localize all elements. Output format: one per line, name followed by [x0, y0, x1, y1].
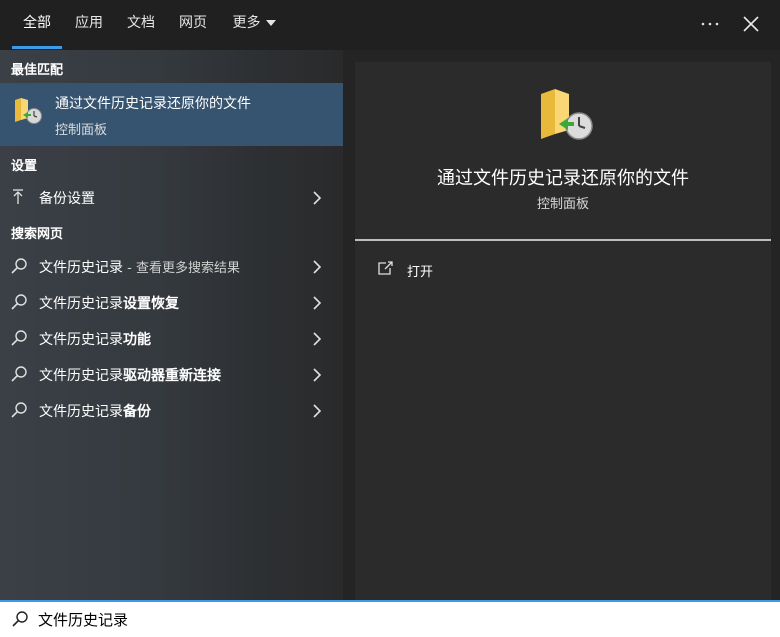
file-history-folder-icon — [12, 94, 44, 130]
preview-top-gap — [355, 50, 771, 62]
web-result-item[interactable]: 文件历史记录 - 查看更多搜索结果 — [0, 249, 343, 283]
best-match-subtitle: 控制面板 — [55, 123, 108, 138]
search-box — [0, 600, 780, 637]
pane-gap — [343, 50, 355, 600]
search-icon — [10, 257, 28, 279]
tab-documents[interactable]: 文档 — [120, 0, 162, 50]
chevron-down-icon — [265, 20, 276, 26]
web-result-item[interactable]: 文件历史记录备份 — [0, 393, 343, 427]
web-result-label: 文件历史记录功能 — [39, 332, 151, 348]
open-external-icon — [377, 260, 395, 280]
chevron-right-icon — [311, 259, 323, 278]
tab-apps[interactable]: 应用 — [68, 0, 110, 50]
chevron-right-icon — [311, 295, 323, 314]
close-icon[interactable] — [738, 12, 764, 38]
upload-arrow-icon — [10, 188, 26, 210]
web-result-label: 文件历史记录备份 — [39, 404, 151, 420]
web-result-item[interactable]: 文件历史记录驱动器重新连接 — [0, 357, 343, 391]
tab-web[interactable]: 网页 — [172, 0, 214, 50]
section-search-web: 搜索网页 — [11, 227, 64, 242]
preview-title: 通过文件历史记录还原你的文件 — [437, 168, 689, 189]
best-match-item[interactable]: 通过文件历史记录还原你的文件 控制面板 — [0, 83, 343, 146]
web-result-item[interactable]: 文件历史记录设置恢复 — [0, 285, 343, 319]
web-result-label: 文件历史记录设置恢复 — [39, 296, 179, 312]
preview-right-gap — [771, 50, 780, 600]
active-tab-indicator — [12, 46, 62, 49]
web-result-label: 文件历史记录驱动器重新连接 — [39, 368, 221, 384]
section-best-match: 最佳匹配 — [11, 63, 64, 78]
section-settings: 设置 — [11, 159, 38, 174]
search-icon — [10, 293, 28, 315]
settings-item-backup[interactable]: 备份设置 — [0, 180, 343, 214]
best-match-title: 通过文件历史记录还原你的文件 — [55, 96, 251, 112]
results-list: 最佳匹配 通过文件历史记录还原你的文件 控制面板 设置 备份设置 搜索网页 文件… — [0, 50, 343, 600]
tab-more-label: 更多 — [232, 15, 261, 31]
open-action[interactable]: 打开 — [355, 252, 771, 286]
web-result-item[interactable]: 文件历史记录功能 — [0, 321, 343, 355]
file-history-folder-icon — [539, 84, 595, 148]
tab-all[interactable]: 全部 — [12, 0, 62, 50]
tab-more[interactable]: 更多 — [226, 0, 282, 50]
search-icon — [10, 365, 28, 387]
chevron-right-icon — [311, 403, 323, 422]
ellipsis-icon[interactable] — [697, 12, 723, 38]
preview-divider — [355, 239, 771, 241]
preview-pane: 通过文件历史记录还原你的文件 控制面板 打开 — [355, 62, 771, 600]
chevron-right-icon — [311, 367, 323, 386]
settings-item-label: 备份设置 — [39, 191, 95, 207]
chevron-right-icon — [311, 190, 323, 209]
search-input[interactable] — [38, 607, 738, 631]
web-result-label: 文件历史记录 - 查看更多搜索结果 — [39, 260, 240, 276]
chevron-right-icon — [311, 331, 323, 350]
preview-subtitle: 控制面板 — [536, 197, 589, 212]
search-icon — [10, 401, 28, 423]
open-action-label: 打开 — [407, 265, 434, 280]
search-icon — [10, 329, 28, 351]
search-header: 全部 应用 文档 网页 更多 — [0, 0, 780, 50]
search-icon — [11, 610, 29, 632]
